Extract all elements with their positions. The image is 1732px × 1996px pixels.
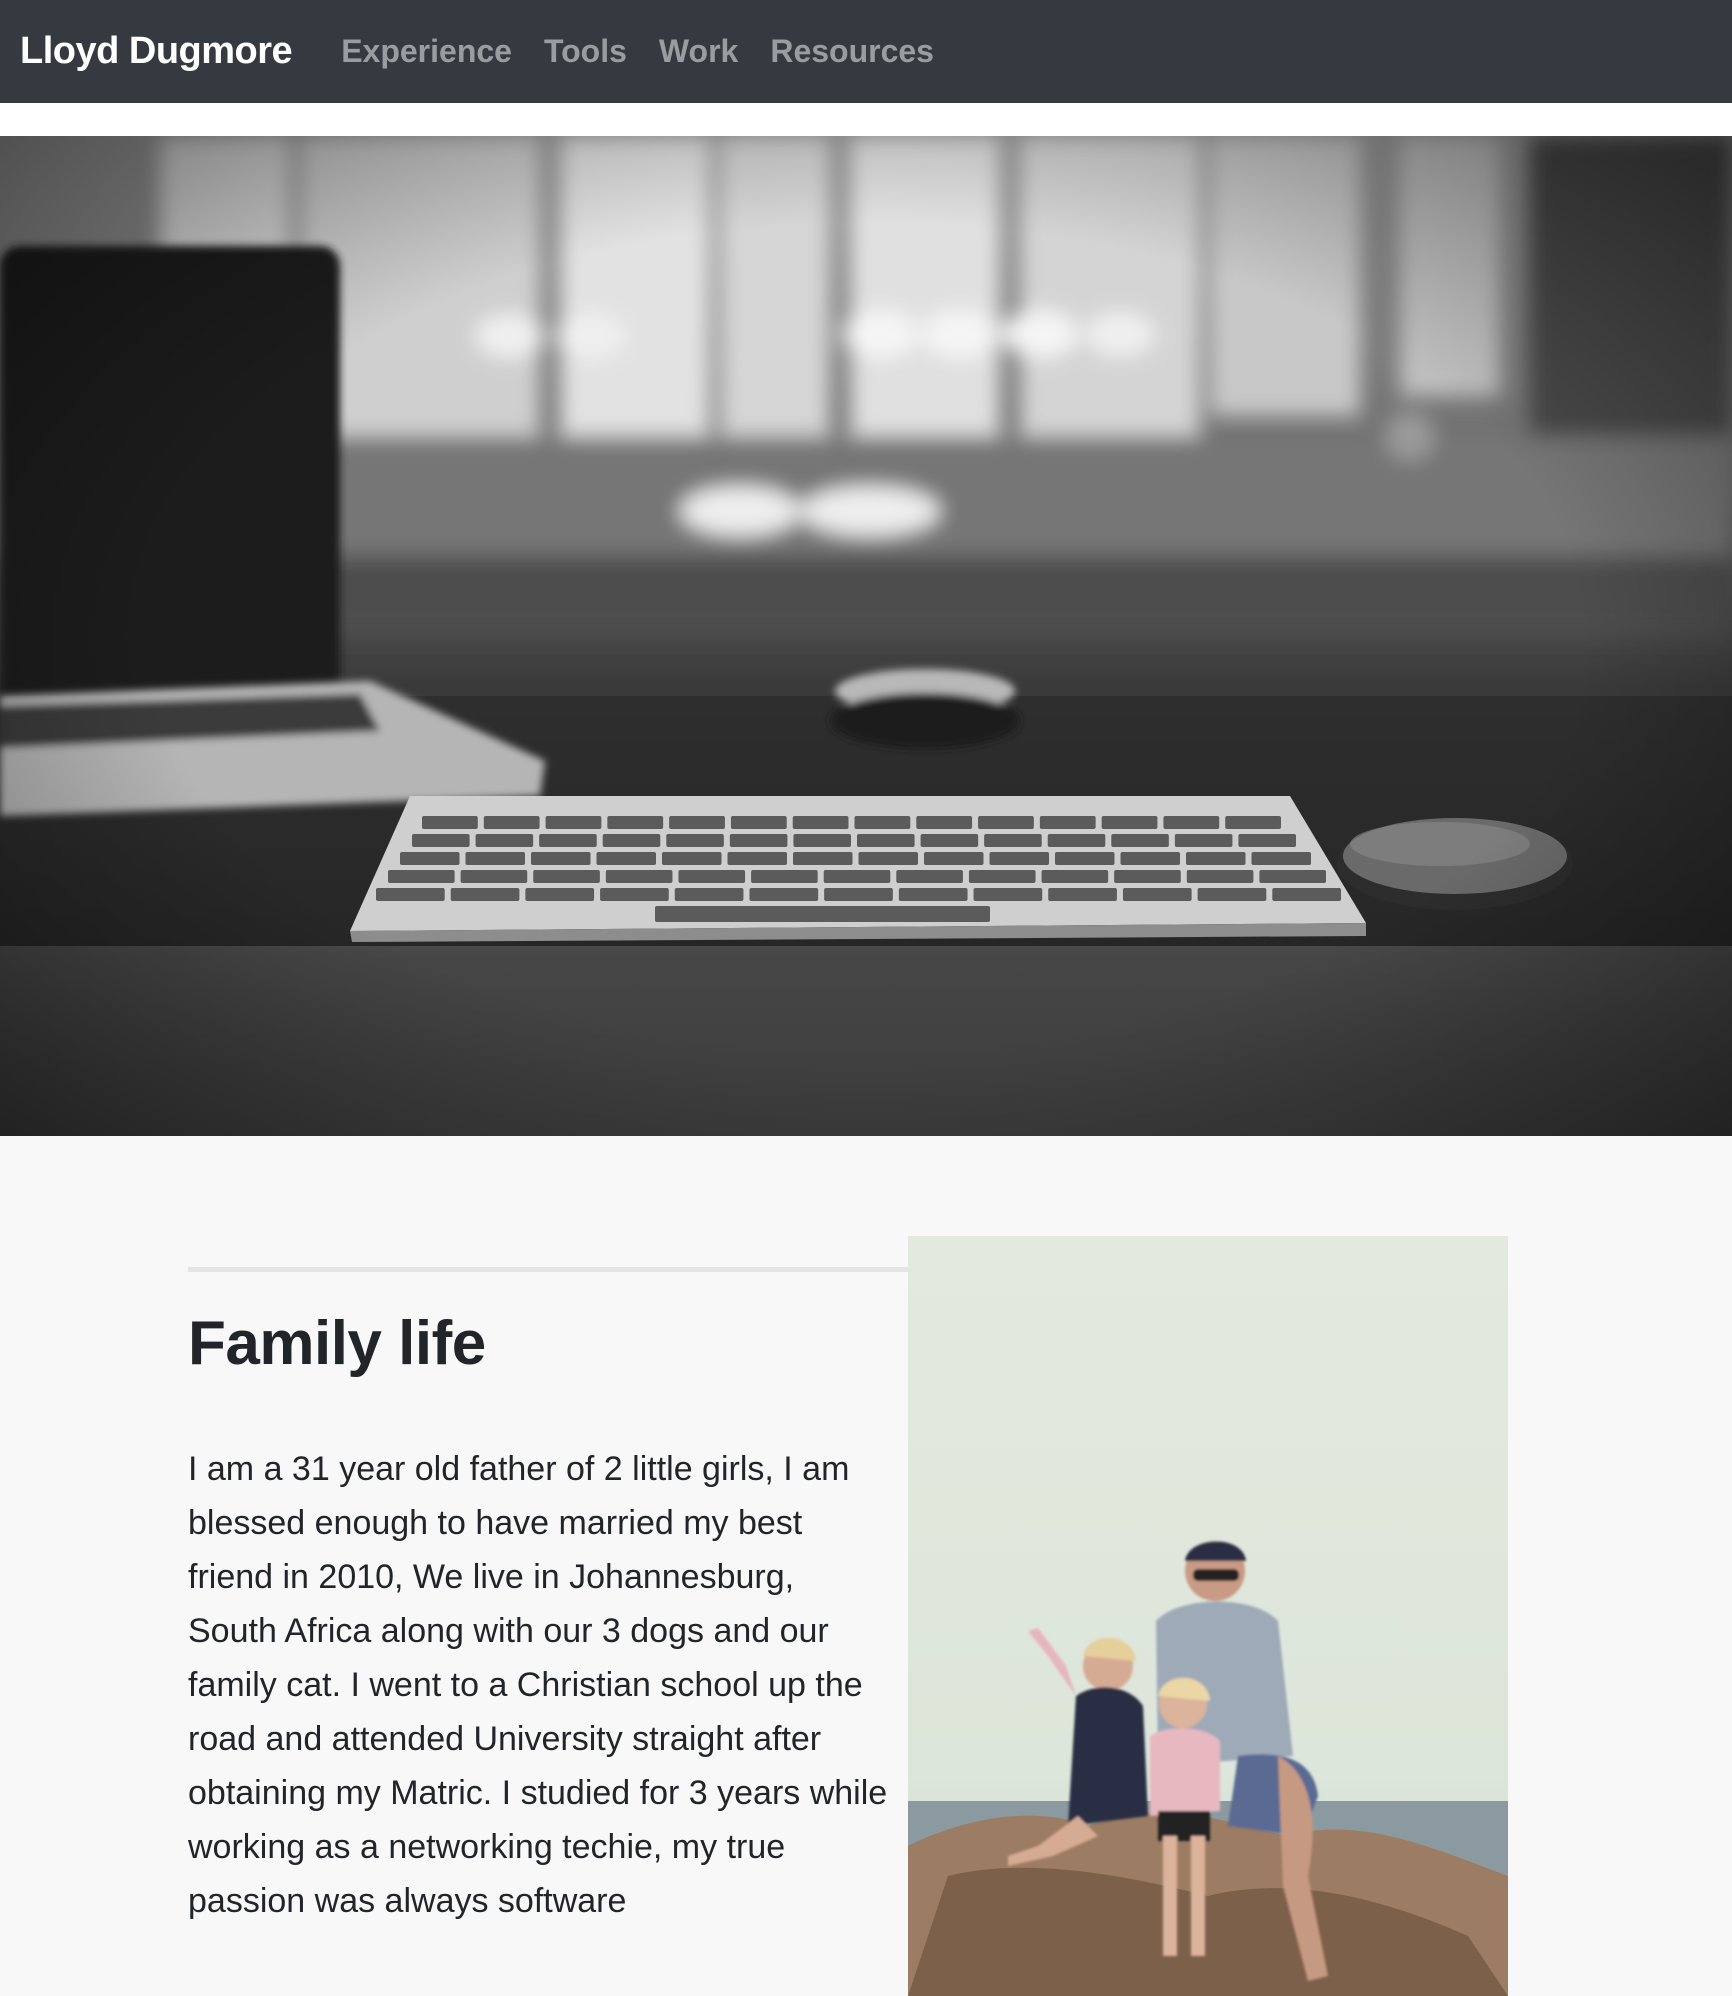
nav-link-tools[interactable]: Tools <box>544 33 627 70</box>
family-photo <box>908 1236 1508 1996</box>
header-spacer <box>0 103 1732 136</box>
section-body: I am a 31 year old father of 2 little gi… <box>188 1450 888 1920</box>
family-section: Family life I am a 31 year old father of… <box>0 1136 1732 1996</box>
brand-link[interactable]: Lloyd Dugmore <box>20 30 293 73</box>
nav-links: Experience Tools Work Resources <box>341 33 966 70</box>
hero-image <box>0 136 1732 1136</box>
section-title: Family life <box>188 1309 486 1378</box>
nav-link-work[interactable]: Work <box>659 33 738 70</box>
section-divider <box>188 1267 908 1272</box>
nav-link-experience[interactable]: Experience <box>341 33 512 70</box>
navbar: Lloyd Dugmore Experience Tools Work Reso… <box>0 0 1732 103</box>
nav-link-resources[interactable]: Resources <box>770 33 934 70</box>
